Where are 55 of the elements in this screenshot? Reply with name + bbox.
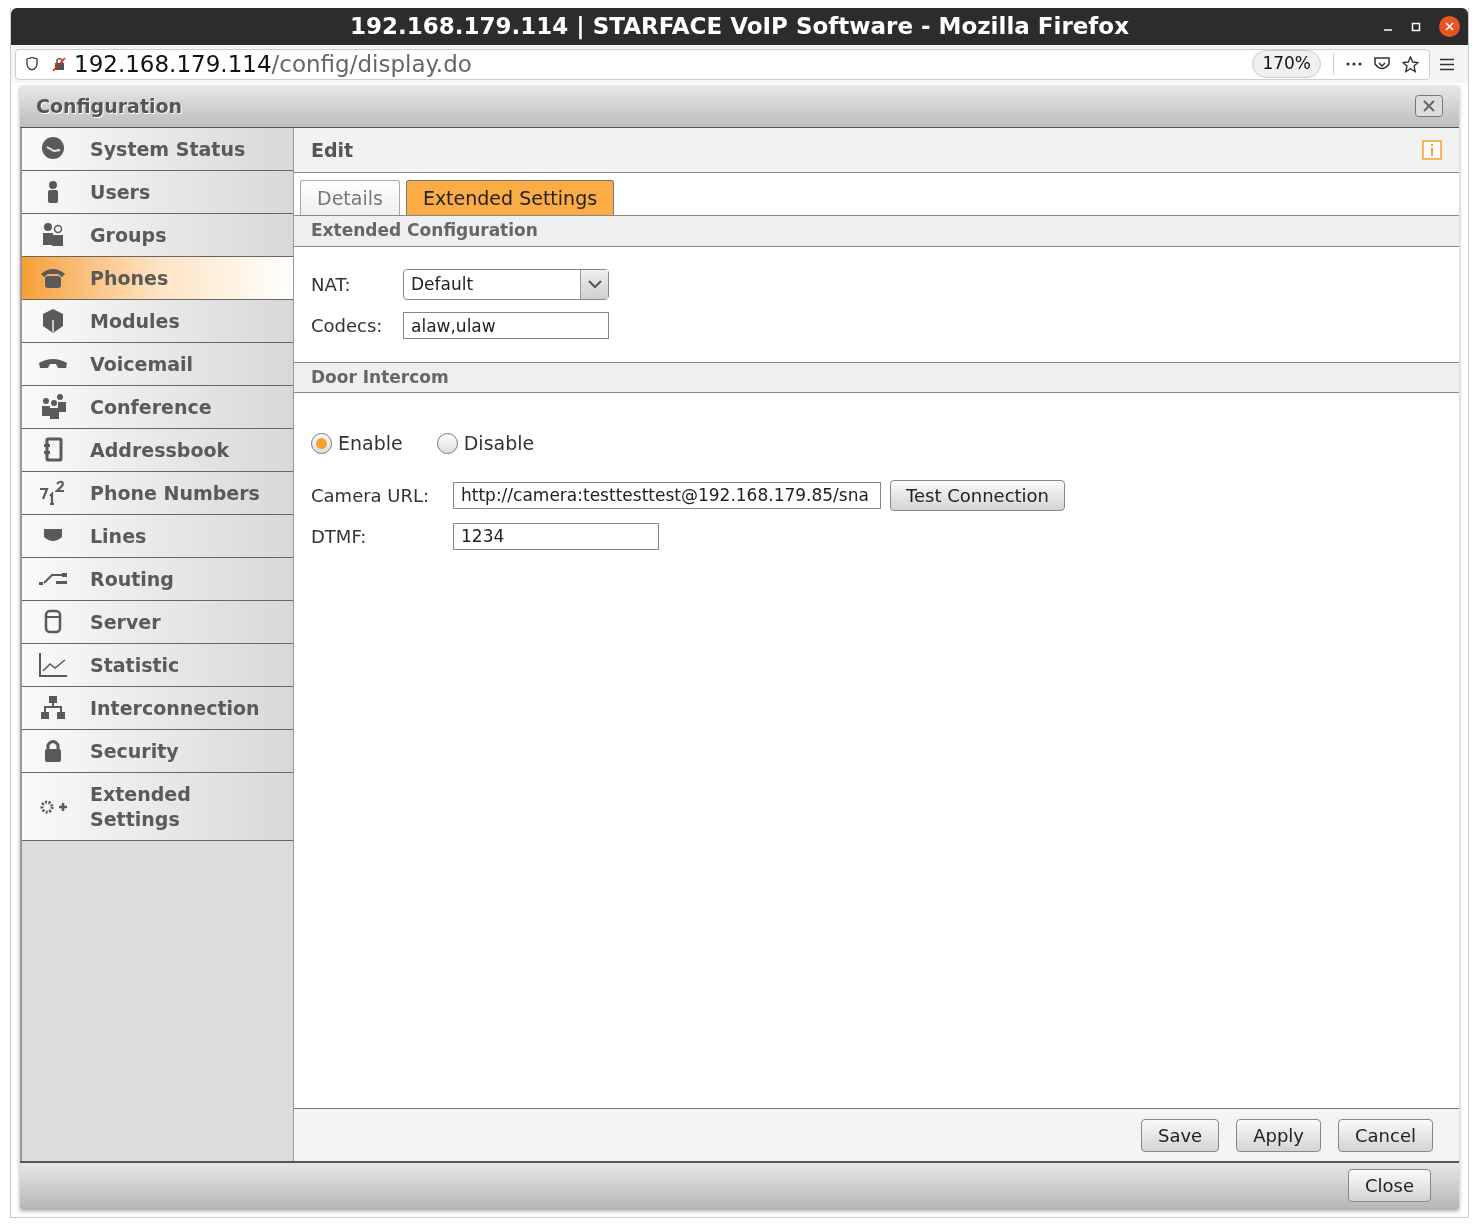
sidebar-item[interactable]: Statistic (22, 644, 293, 687)
sidebar-item[interactable]: Conference (22, 386, 293, 429)
pocket-icon[interactable] (1374, 56, 1390, 72)
sidebar-item[interactable]: Phone Numbers (22, 472, 293, 515)
sidebar-item[interactable]: Groups (22, 214, 293, 257)
sidebar-item[interactable]: Interconnection (22, 687, 293, 730)
chevron-down-icon (587, 280, 602, 289)
field-label: Camera URL: (311, 483, 431, 508)
nat-select[interactable]: Default (403, 269, 609, 300)
radio-option[interactable]: Disable (436, 429, 535, 458)
line-chart-icon (38, 652, 68, 678)
connector-icon (44, 529, 62, 543)
zoom-level[interactable]: 170% (1252, 50, 1321, 78)
radio-button[interactable] (436, 432, 458, 454)
field-label: Codecs: (311, 314, 384, 338)
window-title: 192.168.179.114 | STARFACE VoIP Software - Mozilla Firefox (350, 12, 1129, 42)
sidebar-item[interactable]: Routing (22, 558, 293, 601)
panel-title: Edit (311, 137, 354, 163)
star-icon[interactable] (1402, 55, 1419, 73)
dialog-button[interactable]: Save (1141, 1118, 1220, 1152)
radio-button[interactable] (311, 432, 332, 454)
section-header: Door Intercom (294, 362, 1459, 393)
section-header: Extended Configuration (294, 216, 1459, 247)
maximize-icon[interactable] (1411, 21, 1421, 32)
text-input[interactable]: alaw,ulaw (403, 312, 609, 339)
sidebar-item[interactable]: Server (22, 601, 293, 644)
sidebar-item[interactable]: Lines (22, 515, 293, 558)
shield-icon (26, 57, 38, 71)
sidebar-item[interactable]: System Status (22, 128, 293, 171)
tab[interactable]: Details (300, 180, 400, 215)
url-text: 192.168.179.114/config/display.do (74, 49, 472, 79)
close-button[interactable]: Close (1347, 1169, 1431, 1202)
dialog-button[interactable]: Apply (1236, 1118, 1321, 1152)
sidebar-item[interactable]: Extended Settings (22, 773, 293, 841)
dialog-button[interactable]: Cancel (1338, 1118, 1433, 1152)
sidebar-item[interactable]: Phones (22, 257, 293, 300)
text-input[interactable]: http://camera:testtesttest@192.168.179.85/sna (453, 481, 881, 509)
field-label: DTMF: (311, 524, 368, 549)
test-connection-button[interactable]: Test Connection (890, 479, 1065, 511)
text-input[interactable]: 1234 (453, 522, 659, 550)
dialog-title: Configuration (36, 93, 183, 119)
more-icon[interactable] (1346, 62, 1362, 66)
close-icon[interactable] (1439, 16, 1460, 37)
address-bar[interactable]: 192.168.179.114/config/display.do 170% (15, 48, 1430, 80)
sidebar-item[interactable]: Users (22, 171, 293, 214)
field-label: NAT: (311, 273, 352, 297)
sidebar-item[interactable]: Security (22, 730, 293, 773)
radio-option[interactable]: Enable (311, 429, 403, 458)
sidebar-item[interactable]: Voicemail (22, 343, 293, 386)
tab[interactable]: Extended Settings (405, 180, 615, 215)
insecure-lock-icon (52, 56, 66, 72)
sidebar-item[interactable]: Addressbook (22, 429, 293, 472)
network-icon (38, 695, 68, 721)
sidebar-item[interactable]: Modules (22, 300, 293, 343)
menu-icon[interactable] (1440, 57, 1454, 71)
